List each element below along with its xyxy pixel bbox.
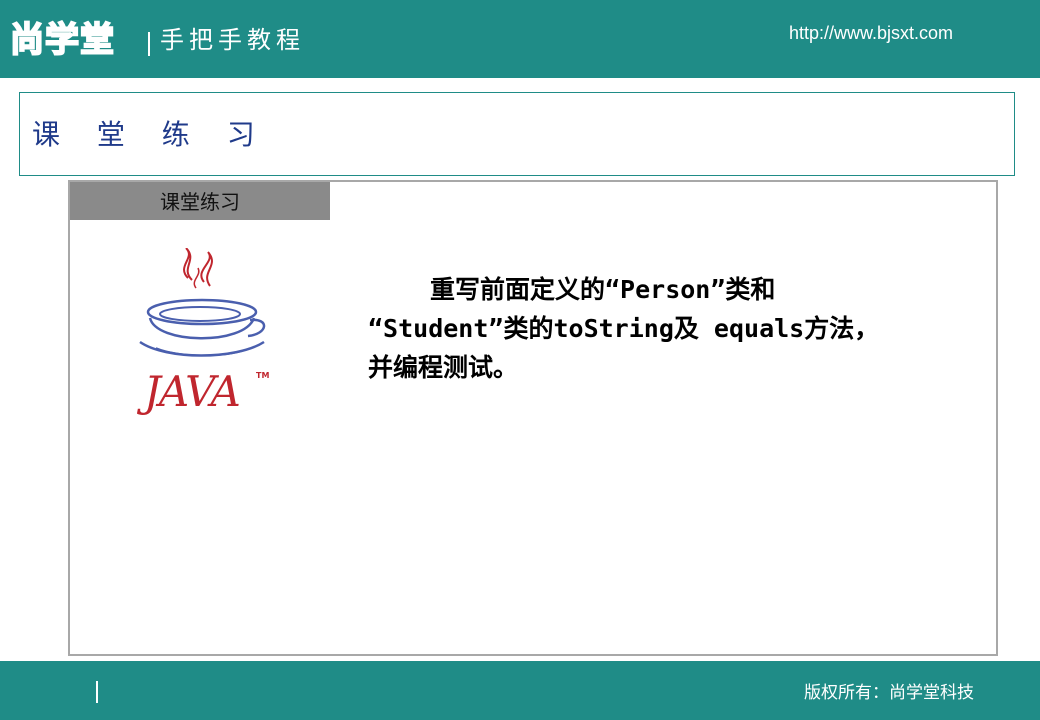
exercise-line-1: 重写前面定义的“Person”类和 [430, 275, 776, 304]
exercise-line-3: 并编程测试。 [368, 353, 519, 382]
header-subtitle: 手把手教程 [160, 26, 305, 54]
panel-tab-label: 课堂练习 [70, 182, 330, 220]
header-bar: 尚学堂 手把手教程 http://www.bjsxt.com [0, 0, 1040, 78]
footer-divider [96, 681, 98, 703]
java-trademark: TM [256, 371, 269, 380]
steam-right [200, 251, 213, 287]
java-logo-icon: JAVA TM [136, 248, 269, 416]
slide-title-bar: 课 堂 练 习 [19, 92, 1015, 176]
footer-copyright: 版权所有：尚学堂科技 [804, 683, 974, 703]
steam-left [183, 248, 193, 281]
header-divider [148, 32, 150, 56]
footer-bar: 版权所有：尚学堂科技 [0, 661, 1040, 720]
header-url-link[interactable]: http://www.bjsxt.com [789, 22, 953, 44]
exercise-text: 重写前面定义的“Person”类和 “Student”类的toString及 e… [368, 270, 968, 387]
steam-small [193, 267, 200, 289]
java-wordmark: JAVA [136, 367, 240, 416]
exercise-panel: 课堂练习 JAVA TM 重写前面定义的“Person”类和 “Student”… [68, 180, 998, 656]
slide-title: 课 堂 练 习 [32, 118, 269, 151]
cup-inner [159, 306, 241, 322]
exercise-line-2: “Student”类的toString及 equals方法， [368, 314, 880, 343]
site-logo[interactable]: 尚学堂 [9, 18, 115, 62]
